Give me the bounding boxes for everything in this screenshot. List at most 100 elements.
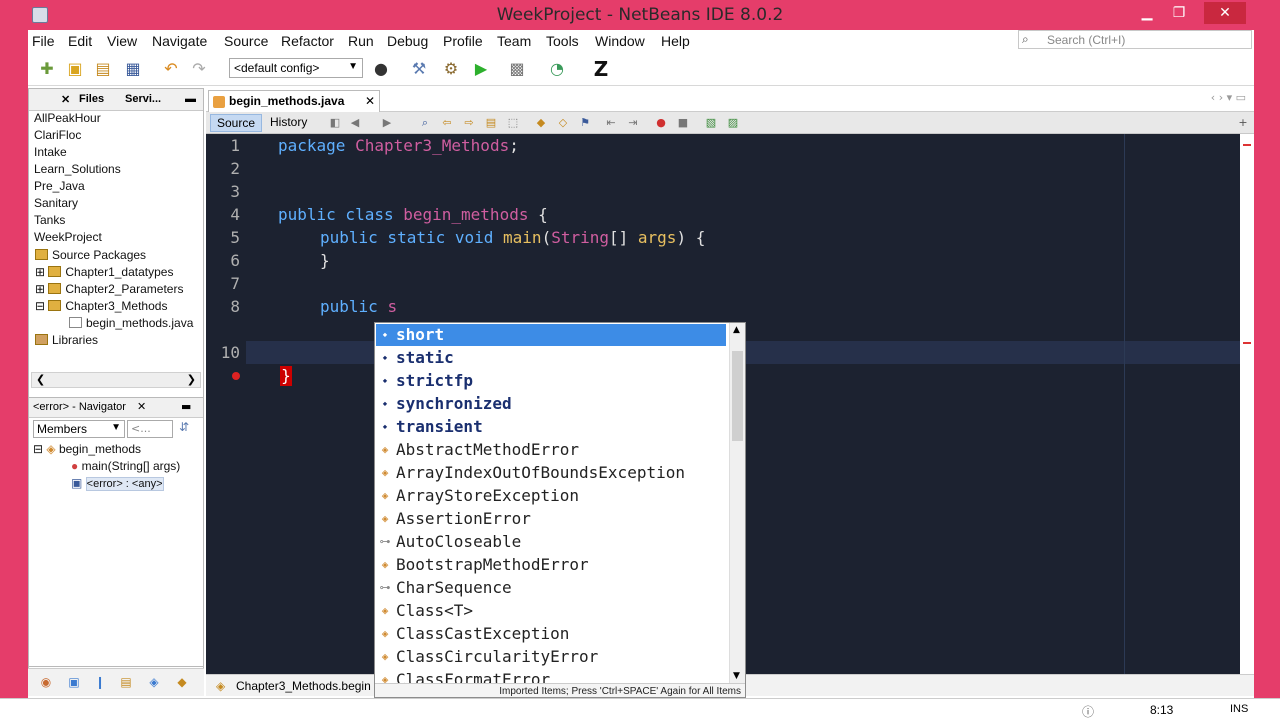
find-next-icon[interactable]: ⇨ bbox=[462, 116, 476, 130]
members-select[interactable]: Members ▼ bbox=[33, 420, 125, 438]
split-editor-icon[interactable]: + bbox=[1236, 116, 1250, 130]
uncomment-icon[interactable]: ▨ bbox=[726, 116, 740, 130]
error-marker[interactable] bbox=[1243, 342, 1251, 344]
project-item[interactable]: WeekProject bbox=[34, 230, 102, 244]
error-brace[interactable]: } bbox=[280, 366, 292, 386]
completion-item[interactable]: ◈ BootstrapMethodError bbox=[376, 554, 726, 576]
package-node[interactable]: ⊞ Chapter1_datatypes bbox=[35, 265, 173, 279]
filter-select[interactable]: <... bbox=[127, 420, 173, 438]
open-project-icon[interactable]: ▤ bbox=[92, 58, 114, 80]
stop-macro-icon[interactable]: ■ bbox=[676, 116, 690, 130]
completion-item[interactable]: ⊶ AutoCloseable bbox=[376, 531, 726, 553]
menu-refactor[interactable]: Refactor bbox=[281, 33, 334, 49]
tab-services[interactable]: Servi... bbox=[125, 93, 161, 105]
completion-item[interactable]: ◈ ArrayStoreException bbox=[376, 485, 726, 507]
completion-item[interactable]: ◈ ClassCastException bbox=[376, 623, 726, 645]
horizontal-scrollbar[interactable]: ❮ ❯ bbox=[31, 372, 201, 388]
search-results-icon[interactable]: ◆ bbox=[174, 675, 190, 691]
project-item[interactable]: ClariFloc bbox=[34, 128, 81, 142]
breadcrumb-item[interactable]: Chapter3_Methods.begin bbox=[236, 679, 371, 693]
toggle-rect-select-icon[interactable]: ⬚ bbox=[506, 116, 520, 130]
completion-item[interactable]: ⊶ CharSequence bbox=[376, 577, 726, 599]
scroll-left-icon[interactable]: ❮ bbox=[36, 373, 45, 386]
completion-item[interactable]: ⬩ strictfp bbox=[376, 370, 726, 392]
build-icon[interactable]: ⚙ bbox=[440, 58, 462, 80]
tab-files[interactable]: Files bbox=[79, 93, 104, 105]
navigator-class-node[interactable]: ⊟ ◈ begin_methods bbox=[33, 442, 141, 456]
completion-item[interactable]: ◈ Class<T> bbox=[376, 600, 726, 622]
next-bookmark-icon[interactable]: ◇ bbox=[556, 116, 570, 130]
build-globe-icon[interactable]: ● bbox=[370, 58, 392, 80]
completion-item[interactable]: ◈ ClassFormatError bbox=[376, 669, 726, 683]
tab-history[interactable]: History bbox=[264, 114, 313, 132]
notifications-icon[interactable]: ⓘ bbox=[1082, 703, 1094, 720]
menu-window[interactable]: Window bbox=[595, 33, 645, 49]
project-item[interactable]: Learn_Solutions bbox=[34, 162, 121, 176]
completion-item[interactable]: ⬩ synchronized bbox=[376, 393, 726, 415]
completion-item[interactable]: ◈ ArrayIndexOutOfBoundsException bbox=[376, 462, 726, 484]
menu-tools[interactable]: Tools bbox=[546, 33, 579, 49]
scroll-right-icon[interactable]: ❯ bbox=[187, 373, 196, 386]
last-edit-icon[interactable]: ◧ bbox=[328, 116, 342, 130]
tab-navigation-icon[interactable]: ‹ › ▾ ▭ bbox=[1211, 91, 1246, 104]
libraries-node[interactable]: Libraries bbox=[35, 333, 98, 347]
tab-source[interactable]: Source bbox=[210, 114, 263, 132]
run-icon[interactable]: ▶ bbox=[470, 58, 492, 80]
debug-icon[interactable]: ▩ bbox=[506, 58, 528, 80]
shift-left-icon[interactable]: ⇤ bbox=[604, 116, 618, 130]
new-file-icon[interactable]: ✚ bbox=[36, 58, 58, 80]
completion-item[interactable]: ◈ ClassCircularityError bbox=[376, 646, 726, 668]
error-marker[interactable] bbox=[1243, 144, 1251, 146]
output-icon[interactable]: ◉ bbox=[38, 675, 54, 691]
project-item[interactable]: Tanks bbox=[34, 213, 65, 227]
maximize-button[interactable]: ❐ bbox=[1164, 2, 1194, 24]
expand-icon[interactable]: ⊞ bbox=[35, 265, 48, 279]
project-item[interactable]: Intake bbox=[34, 145, 67, 159]
completion-item[interactable]: ◈ AssertionError bbox=[376, 508, 726, 530]
find-previous-icon[interactable]: ⇦ bbox=[440, 116, 454, 130]
menu-file[interactable]: File bbox=[32, 33, 55, 49]
java-file-node[interactable]: begin_methods.java bbox=[69, 316, 193, 330]
previous-bookmark-icon[interactable]: ◆ bbox=[534, 116, 548, 130]
scroll-up-icon[interactable]: ▲ bbox=[733, 325, 740, 335]
editor-tab-begin-methods[interactable]: begin_methods.java ✕ bbox=[208, 90, 380, 112]
close-navigator-icon[interactable]: ✕ bbox=[137, 400, 146, 413]
search-box[interactable]: ⌕ Search (Ctrl+I) bbox=[1018, 30, 1252, 49]
palette-icon[interactable]: ◈ bbox=[146, 675, 162, 691]
find-icon[interactable]: ⌕ bbox=[418, 116, 432, 130]
package-node[interactable]: ⊟ Chapter3_Methods bbox=[35, 299, 167, 313]
toggle-highlight-icon[interactable]: ▤ bbox=[484, 116, 498, 130]
menu-help[interactable]: Help bbox=[661, 33, 690, 49]
menu-source[interactable]: Source bbox=[224, 33, 268, 49]
project-item[interactable]: Sanitary bbox=[34, 196, 78, 210]
services-icon[interactable]: ▤ bbox=[118, 675, 134, 691]
toggle-bookmark-icon[interactable]: ⚑ bbox=[578, 116, 592, 130]
completion-item[interactable]: ⬩ short bbox=[376, 324, 726, 346]
navigator-method-node[interactable]: ● main(String[] args) bbox=[71, 459, 180, 473]
profile-icon[interactable]: ◔ bbox=[546, 58, 568, 80]
start-macro-icon[interactable]: ● bbox=[654, 116, 668, 130]
package-node[interactable]: ⊞ Chapter2_Parameters bbox=[35, 282, 183, 296]
new-project-icon[interactable]: ▣ bbox=[64, 58, 86, 80]
error-icon[interactable] bbox=[232, 372, 240, 380]
menu-debug[interactable]: Debug bbox=[387, 33, 428, 49]
completion-item[interactable]: ⬩ transient bbox=[376, 416, 726, 438]
project-item[interactable]: AllPeakHour bbox=[34, 111, 101, 125]
navigator-error-node[interactable]: ▣ <error> : <any> bbox=[71, 476, 164, 491]
menu-navigate[interactable]: Navigate bbox=[152, 33, 207, 49]
collapse-icon[interactable]: ⊟ bbox=[35, 299, 48, 313]
navigator-title[interactable]: <error> - Navigator bbox=[33, 401, 126, 413]
clean-build-icon[interactable]: ⚒ bbox=[408, 58, 430, 80]
minimize-button[interactable]: ▁ bbox=[1132, 2, 1162, 24]
menu-profile[interactable]: Profile bbox=[443, 33, 483, 49]
config-select[interactable]: <default config> ▼ bbox=[229, 58, 363, 78]
completion-item[interactable]: ◈ AbstractMethodError bbox=[376, 439, 726, 461]
info-icon[interactable]: ❙ bbox=[92, 675, 108, 691]
forward-icon[interactable]: ▶ bbox=[380, 116, 394, 130]
collapse-icon[interactable]: ⊟ bbox=[33, 442, 46, 456]
tasks-icon[interactable]: ▣ bbox=[66, 675, 82, 691]
save-all-icon[interactable]: ▦ bbox=[122, 58, 144, 80]
comment-icon[interactable]: ▧ bbox=[704, 116, 718, 130]
project-item[interactable]: Pre_Java bbox=[34, 179, 85, 193]
close-projects-tab-icon[interactable]: ✕ bbox=[61, 93, 70, 106]
